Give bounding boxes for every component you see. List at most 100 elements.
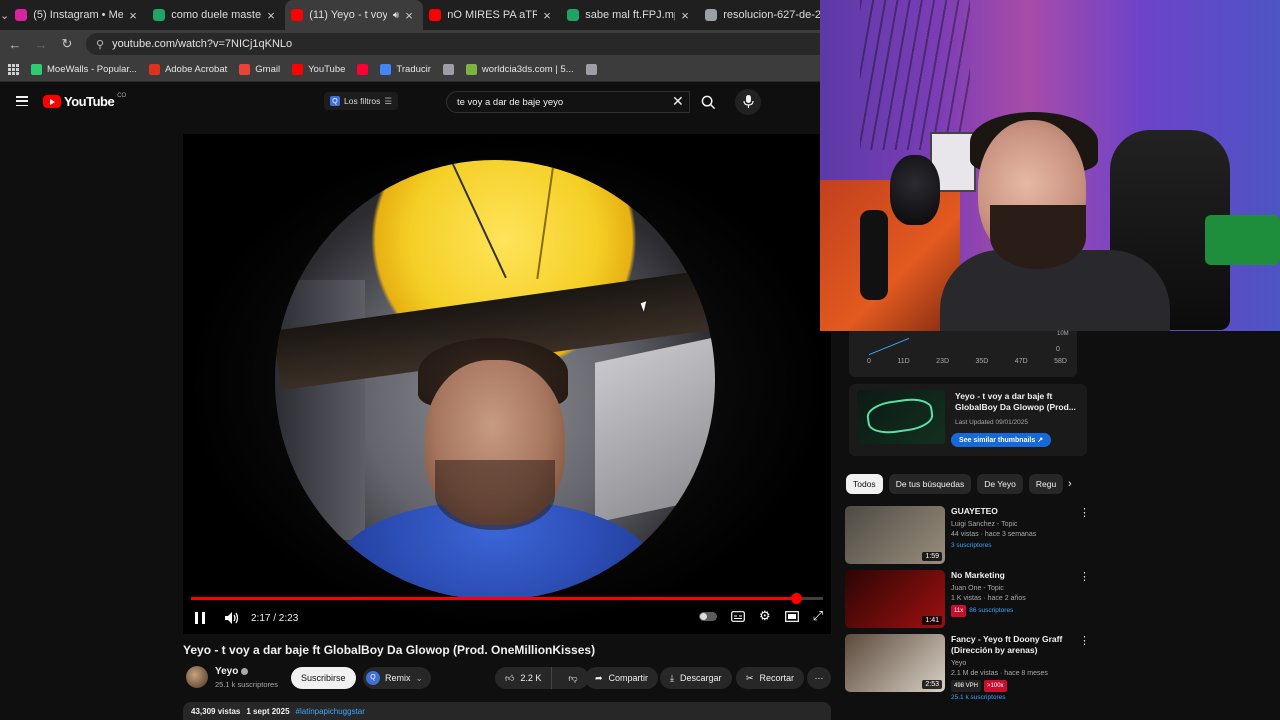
subscribe-button[interactable]: Suscribirse bbox=[291, 667, 356, 689]
share-button[interactable]: ➦ Compartir bbox=[585, 667, 659, 689]
fullscreen-icon[interactable]: ⤢ bbox=[813, 608, 823, 624]
screen: ⌄ (5) Instagram • Mensajes×como duele ma… bbox=[0, 0, 1280, 720]
chevron-right-icon[interactable]: › bbox=[1068, 478, 1072, 490]
bookmark-item[interactable]: MoeWalls - Popular... bbox=[31, 64, 137, 75]
bookmark-item[interactable] bbox=[442, 64, 454, 75]
tab-favicon-icon bbox=[15, 9, 28, 21]
filter-chip[interactable]: Regu bbox=[1028, 474, 1064, 494]
channel-subs-badge: 86 suscriptores bbox=[969, 607, 1014, 614]
video-duration: 1:41 bbox=[922, 616, 942, 625]
like-button[interactable]: 👍︎ 2.2 K bbox=[495, 667, 553, 689]
see-similar-thumbnails-button[interactable]: See similar thumbnails ↗ bbox=[951, 433, 1052, 447]
url-field[interactable]: ⚲ youtube.com/watch?v=7NICj1qKNLo bbox=[86, 33, 820, 55]
remix-label: Remix bbox=[385, 673, 411, 683]
browser-tab[interactable]: como duele master.wav - × bbox=[147, 0, 285, 30]
filter-chip[interactable]: De tus búsquedas bbox=[888, 474, 972, 494]
video-title: Yeyo - t voy a dar baje ft GlobalBoy Da … bbox=[183, 643, 596, 657]
tab-title: (5) Instagram • Mensajes bbox=[33, 9, 124, 21]
pause-icon[interactable] bbox=[195, 612, 205, 624]
volume-icon[interactable] bbox=[225, 612, 239, 624]
close-tab-icon[interactable]: × bbox=[405, 8, 415, 23]
video-duration: 1:59 bbox=[922, 552, 942, 561]
apps-grid-icon[interactable] bbox=[8, 64, 19, 75]
bookmark-item[interactable]: YouTube bbox=[292, 64, 345, 75]
video-duration: 2:53 bbox=[922, 680, 942, 689]
close-tab-icon[interactable]: × bbox=[543, 8, 553, 23]
more-vertical-icon[interactable]: ⋮ bbox=[1079, 634, 1090, 647]
recommended-title[interactable]: Fancy - Yeyo ft Doony Graff (Dirección b… bbox=[951, 634, 1071, 656]
vph-row: 498 VPH >100x bbox=[951, 680, 1010, 692]
download-button[interactable]: ⤓ Descargar bbox=[660, 667, 732, 689]
browser-tab-strip: ⌄ (5) Instagram • Mensajes×como duele ma… bbox=[0, 0, 827, 30]
recommended-title[interactable]: No Marketing bbox=[951, 570, 1071, 581]
close-tab-icon[interactable]: × bbox=[129, 8, 139, 23]
menu-icon[interactable] bbox=[16, 96, 28, 106]
video-player[interactable]: 2:17 / 2:23 ⚙ ⤢ bbox=[183, 134, 831, 634]
browser-tab[interactable]: nO MIRES PA aTRAS (sho × bbox=[423, 0, 561, 30]
remix-button[interactable]: Q Remix ⌄ bbox=[363, 667, 432, 689]
description-box[interactable]: 43,309 vistas 1 sept 2025 #latinpapichug… bbox=[183, 702, 831, 720]
x-axis-tick-label: 23D bbox=[936, 358, 950, 365]
channel-avatar[interactable] bbox=[186, 666, 208, 688]
filter-chip[interactable]: Todos bbox=[846, 474, 883, 494]
video-thumbnail[interactable]: 1:41 bbox=[845, 570, 945, 628]
reload-icon[interactable]: ↻ bbox=[60, 36, 74, 52]
more-actions-button[interactable]: ⋯ bbox=[807, 667, 831, 689]
speaker-icon[interactable]: 🔊︎ bbox=[393, 10, 399, 21]
clear-search-icon[interactable]: ✕ bbox=[672, 93, 684, 110]
bookmark-item[interactable]: Traducir bbox=[380, 64, 431, 75]
track-thumbnail[interactable] bbox=[857, 390, 945, 444]
close-tab-icon[interactable]: × bbox=[267, 8, 277, 23]
back-icon[interactable]: ← bbox=[8, 37, 22, 52]
track-title[interactable]: Yeyo - t voy a dar baje ft GlobalBoy Da … bbox=[955, 391, 1083, 413]
video-thumbnail[interactable]: 2:53 bbox=[845, 634, 945, 692]
dislike-button[interactable]: 👎︎ bbox=[558, 667, 587, 689]
bookmark-label: YouTube bbox=[308, 64, 346, 75]
recommended-video[interactable]: 1:41 No Marketing Juan One - Topic 1 K vist… bbox=[845, 570, 1090, 630]
more-vertical-icon[interactable]: ⋮ bbox=[1079, 570, 1090, 583]
scissors-icon: ✂ bbox=[746, 672, 754, 683]
filter-chip[interactable]: De Yeyo bbox=[977, 474, 1023, 494]
subtitles-icon[interactable] bbox=[731, 610, 745, 622]
recommended-video[interactable]: 1:59 GUAYETEO Luigi Sanchez - Topic 44 vist… bbox=[845, 506, 1090, 566]
miniplayer-icon[interactable] bbox=[784, 610, 799, 622]
channel-subs-badge: 25.1 k suscriptores bbox=[951, 694, 1006, 701]
clip-button[interactable]: ✂ Recortar bbox=[736, 667, 805, 689]
recommended-channel[interactable]: Yeyo bbox=[951, 659, 966, 669]
x-axis-labels: 0 11D 23D 35D 47D 58D bbox=[867, 358, 1067, 365]
more-vertical-icon[interactable]: ⋮ bbox=[1079, 506, 1090, 519]
bookmark-label: Adobe Acrobat bbox=[164, 64, 228, 75]
youtube-wordmark: YouTube bbox=[64, 94, 115, 109]
progress-bar[interactable] bbox=[191, 593, 823, 604]
browser-tab[interactable]: resolucion-627-de-20 bbox=[699, 0, 837, 30]
search-button[interactable] bbox=[692, 91, 724, 113]
bookmark-item[interactable]: Adobe Acrobat bbox=[148, 64, 228, 75]
bookmark-item[interactable] bbox=[585, 64, 597, 75]
hashtag-link[interactable]: #latinpapichuggstar bbox=[296, 707, 365, 716]
channel-name: Yeyo bbox=[215, 666, 239, 677]
recommended-video[interactable]: 2:53 Fancy - Yeyo ft Doony Graff (Direcci… bbox=[845, 634, 1090, 701]
voice-search-button[interactable] bbox=[735, 89, 761, 115]
recommended-channel[interactable]: Juan One - Topic bbox=[951, 584, 1004, 594]
bookmark-item[interactable]: Gmail bbox=[239, 64, 280, 75]
recommended-title[interactable]: GUAYETEO bbox=[951, 506, 1071, 517]
recommended-meta: 2.1 M de vistas · hace 8 meses bbox=[951, 670, 1048, 677]
streamer-webcam-overlay bbox=[820, 0, 1280, 331]
autoplay-toggle[interactable] bbox=[698, 611, 717, 621]
recommended-channel[interactable]: Luigi Sanchez - Topic bbox=[951, 520, 1017, 530]
browser-tab[interactable]: sabe mal ft.FPJ.mp4 - Goo × bbox=[561, 0, 699, 30]
youtube-logo[interactable]: YouTube CO bbox=[43, 93, 126, 109]
browser-tab[interactable]: (5) Instagram • Mensajes × bbox=[9, 0, 147, 30]
video-thumbnail[interactable]: 1:59 bbox=[845, 506, 945, 564]
browser-tab[interactable]: (11) Yeyo - t voy a da 🔊︎ × bbox=[285, 0, 424, 30]
bookmark-item[interactable] bbox=[357, 64, 369, 75]
tab-search-icon[interactable]: ⌄ bbox=[0, 0, 9, 30]
bookmark-item[interactable]: worldcia3ds.com | 5... bbox=[465, 64, 574, 75]
settings-gear-icon[interactable]: ⚙ bbox=[759, 608, 771, 624]
close-tab-icon[interactable]: × bbox=[681, 8, 691, 23]
site-settings-icon[interactable]: ⚲ bbox=[96, 38, 104, 51]
search-input[interactable]: te voy a dar de baje yeyo bbox=[446, 91, 690, 113]
channel-name-link[interactable]: Yeyo bbox=[215, 666, 249, 677]
filters-extension-button[interactable]: Q Los filtros ☰ bbox=[324, 92, 398, 110]
forward-icon[interactable]: → bbox=[34, 37, 48, 52]
